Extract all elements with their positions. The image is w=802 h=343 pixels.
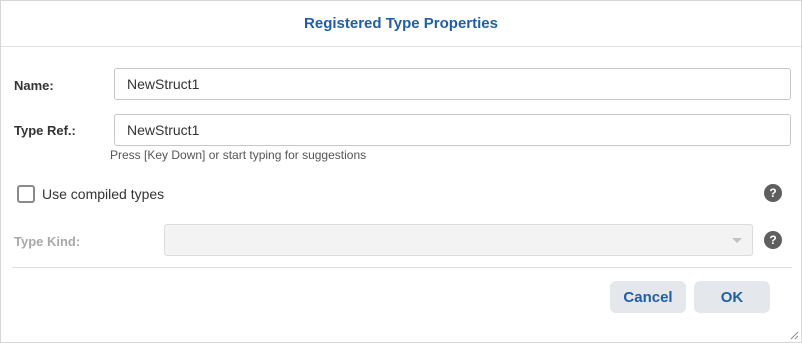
cancel-button[interactable]: Cancel — [610, 281, 686, 313]
dialog-title: Registered Type Properties — [304, 15, 498, 32]
type-ref-label: Type Ref.: — [14, 123, 76, 138]
use-compiled-types-checkbox-row[interactable]: Use compiled types — [17, 185, 164, 203]
question-circle-icon[interactable]: ? — [764, 184, 782, 202]
type-ref-input[interactable] — [114, 114, 791, 146]
type-ref-hint: Press [Key Down] or start typing for sug… — [110, 148, 367, 162]
footer-divider — [12, 267, 792, 268]
chevron-down-icon — [732, 238, 742, 243]
type-kind-label: Type Kind: — [14, 234, 81, 249]
use-compiled-types-checkbox[interactable] — [17, 185, 35, 203]
registered-type-properties-dialog: Registered Type Properties Name: Type Re… — [0, 0, 802, 343]
name-input[interactable] — [114, 68, 791, 100]
ok-button[interactable]: OK — [694, 281, 770, 313]
question-circle-icon[interactable]: ? — [764, 231, 782, 249]
dialog-title-bar: Registered Type Properties — [1, 1, 801, 47]
use-compiled-types-label: Use compiled types — [42, 186, 165, 202]
type-kind-select[interactable] — [164, 224, 753, 256]
resize-grip-icon[interactable] — [790, 331, 799, 340]
name-label: Name: — [14, 78, 54, 93]
